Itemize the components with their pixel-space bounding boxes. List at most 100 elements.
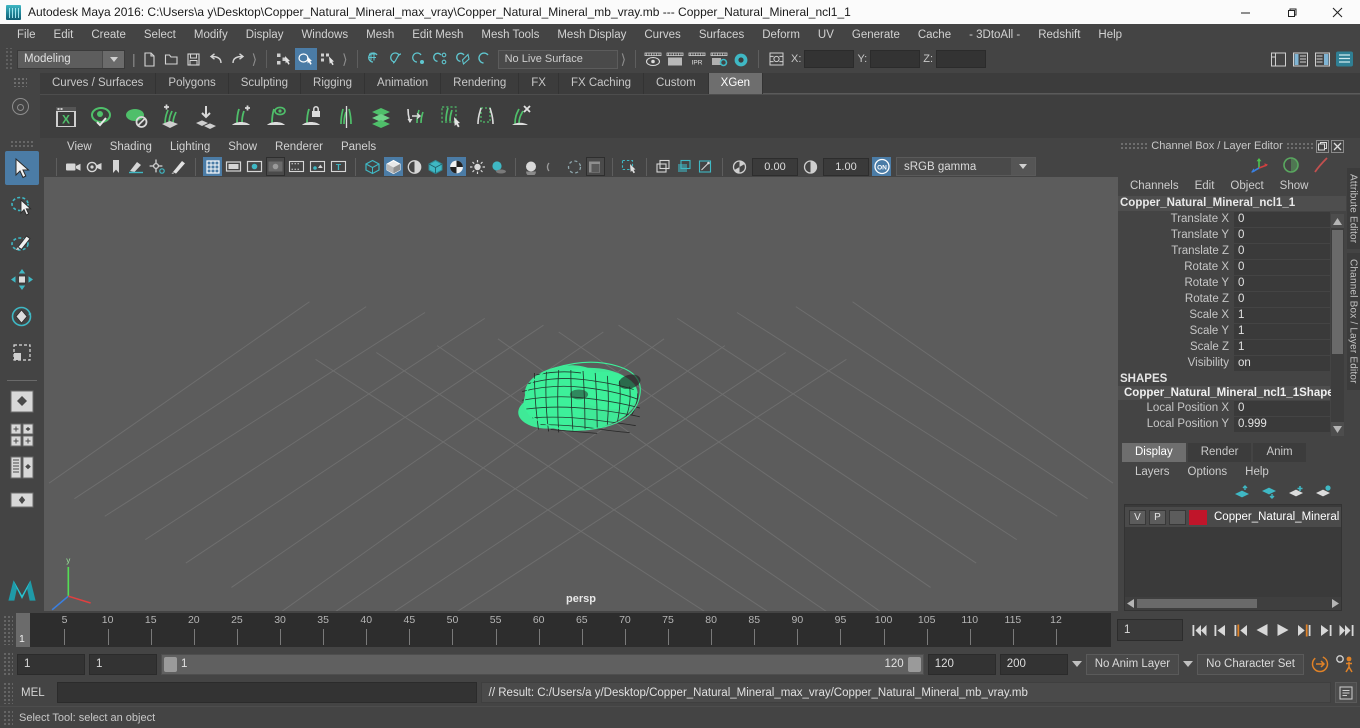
ipr-render-icon[interactable]: IPR xyxy=(686,48,708,70)
channel-box-menu-show[interactable]: Show xyxy=(1272,180,1317,192)
xgen-layers-icon[interactable] xyxy=(365,100,397,134)
textured-mode-icon[interactable] xyxy=(447,157,466,177)
show-hide-modeling-toolkit-icon[interactable] xyxy=(1267,48,1289,70)
channel-box-scrollbar[interactable] xyxy=(1331,214,1344,436)
play-forwards-button[interactable] xyxy=(1273,618,1293,642)
snap-to-projected-center-icon[interactable] xyxy=(430,48,452,70)
viewport-menu-panels[interactable]: Panels xyxy=(332,141,385,153)
film-gate-mask-icon[interactable] xyxy=(287,157,306,176)
panel-grip-right[interactable] xyxy=(1286,142,1314,150)
go-to-end-button[interactable] xyxy=(1336,618,1356,642)
channel-value[interactable]: on xyxy=(1234,355,1330,371)
shelf-tab-custom[interactable]: Custom xyxy=(644,73,709,94)
anim-end-time-field[interactable]: 200 xyxy=(999,653,1068,675)
xray-active-components-icon[interactable] xyxy=(696,157,715,176)
channel-label[interactable]: Scale Z xyxy=(1118,341,1234,353)
lasso-select-tool-button[interactable] xyxy=(5,188,39,222)
layer-list-hscrollbar[interactable] xyxy=(1125,597,1341,610)
minimize-button[interactable] xyxy=(1222,0,1268,24)
xgen-preview-icon[interactable] xyxy=(85,100,117,134)
layer-playback-toggle[interactable]: P xyxy=(1149,509,1166,525)
channel-value[interactable]: 0 xyxy=(1234,400,1330,416)
screen-space-ao-icon[interactable] xyxy=(523,157,542,176)
menu-item-help[interactable]: Help xyxy=(1089,24,1131,46)
isolate-select-icon[interactable] xyxy=(620,157,639,176)
multisample-aa-icon[interactable] xyxy=(565,157,584,176)
xgen-lock-guide-icon[interactable] xyxy=(295,100,327,134)
channel-row[interactable]: Scale X1 xyxy=(1118,307,1346,323)
camera-attributes-icon[interactable] xyxy=(85,157,104,176)
select-tool-button[interactable] xyxy=(5,151,39,185)
smooth-shade-all-icon[interactable] xyxy=(384,157,403,177)
menu-item-uv[interactable]: UV xyxy=(809,24,843,46)
shelf-tab-curves-surfaces[interactable]: Curves / Surfaces xyxy=(40,73,157,94)
xgen-add-guide-icon[interactable] xyxy=(225,100,257,134)
go-to-start-button[interactable] xyxy=(1189,618,1209,642)
motion-blur-icon[interactable] xyxy=(544,157,563,176)
move-tool-button[interactable] xyxy=(5,262,39,296)
step-back-keyframe-button[interactable] xyxy=(1210,618,1230,642)
rotate-axis-icon[interactable] xyxy=(1282,156,1300,174)
time-slider-grip[interactable] xyxy=(3,615,13,645)
menu-item-curves[interactable]: Curves xyxy=(635,24,689,46)
redo-render-icon[interactable] xyxy=(664,48,686,70)
current-frame-field[interactable]: 1 xyxy=(1117,619,1183,641)
snap-to-grid-icon[interactable] xyxy=(364,48,386,70)
command-input[interactable] xyxy=(56,682,477,703)
channel-label[interactable]: Rotate Z xyxy=(1118,293,1234,305)
menu-item-select[interactable]: Select xyxy=(135,24,185,46)
channel-row[interactable]: Local Position Y 0.999 xyxy=(1118,416,1346,432)
channel-value[interactable]: 0 xyxy=(1234,275,1330,291)
channel-row[interactable]: Rotate X0 xyxy=(1118,259,1346,275)
outliner-persp-layout-button[interactable] xyxy=(5,453,39,483)
menu-item-mesh[interactable]: Mesh xyxy=(357,24,403,46)
anim-start-time-field[interactable]: 1 xyxy=(17,653,85,675)
channel-value[interactable]: 0 xyxy=(1234,259,1330,275)
undo-icon[interactable] xyxy=(205,48,227,70)
xray-joints-icon[interactable] xyxy=(675,157,694,176)
range-slider-bar[interactable]: 1 120 xyxy=(161,653,924,675)
scrollbar-thumb[interactable] xyxy=(1332,230,1343,354)
shade-all-lights-icon[interactable] xyxy=(405,157,424,176)
input-fields-mode-icon[interactable] xyxy=(765,48,787,70)
create-new-layer-icon[interactable] xyxy=(1288,485,1305,499)
shelf-tab-fx-caching[interactable]: FX Caching xyxy=(558,73,645,94)
viewport-menu-lighting[interactable]: Lighting xyxy=(161,141,219,153)
channel-label[interactable]: Visibility xyxy=(1118,357,1234,369)
render-settings-icon[interactable] xyxy=(708,48,730,70)
menu-item-file[interactable]: File xyxy=(8,24,45,46)
hypergraph-persp-layout-button[interactable] xyxy=(5,486,39,516)
channel-label[interactable]: Rotate X xyxy=(1118,261,1234,273)
script-editor-button[interactable] xyxy=(1335,682,1357,703)
hud-text-icon[interactable]: T xyxy=(329,157,348,176)
channel-row[interactable]: Translate X0 xyxy=(1118,211,1346,227)
channel-row[interactable]: Scale Y1 xyxy=(1118,323,1346,339)
x-input[interactable] xyxy=(804,50,855,68)
channel-row[interactable]: Rotate Z0 xyxy=(1118,291,1346,307)
maximize-button[interactable] xyxy=(1268,0,1314,24)
menu-item-windows[interactable]: Windows xyxy=(292,24,357,46)
channel-label[interactable]: Rotate Y xyxy=(1118,277,1234,289)
range-right-handle[interactable] xyxy=(907,656,921,672)
menu-item-surfaces[interactable]: Surfaces xyxy=(690,24,753,46)
select-by-hierarchy-icon[interactable] xyxy=(273,48,295,70)
xgen-add-description-icon[interactable] xyxy=(155,100,187,134)
channel-box-menu-channels[interactable]: Channels xyxy=(1122,180,1187,192)
menu-item-edit[interactable]: Edit xyxy=(45,24,83,46)
scroll-left-arrow[interactable] xyxy=(1127,599,1136,608)
channel-label[interactable]: Local Position X xyxy=(1118,402,1234,414)
channel-value[interactable]: 0 xyxy=(1234,211,1330,227)
menu-item-display[interactable]: Display xyxy=(237,24,293,46)
scroll-down-arrow[interactable] xyxy=(1331,422,1344,436)
character-set-selector[interactable]: No Character Set xyxy=(1197,653,1304,675)
shelf-tab-fx[interactable]: FX xyxy=(519,73,559,94)
step-forward-keyframe-button[interactable] xyxy=(1315,618,1335,642)
scroll-up-arrow[interactable] xyxy=(1331,214,1344,228)
snap-to-curve-icon[interactable] xyxy=(386,48,408,70)
move-layer-up-icon[interactable] xyxy=(1234,484,1251,499)
side-tab-channel-box-layer-editor[interactable]: Channel Box / Layer Editor xyxy=(1346,253,1360,391)
exposure-icon[interactable] xyxy=(730,157,749,176)
viewport-menu-view[interactable]: View xyxy=(58,141,101,153)
toolbar-grip[interactable] xyxy=(4,48,14,70)
gate-mask-icon[interactable] xyxy=(266,157,285,177)
